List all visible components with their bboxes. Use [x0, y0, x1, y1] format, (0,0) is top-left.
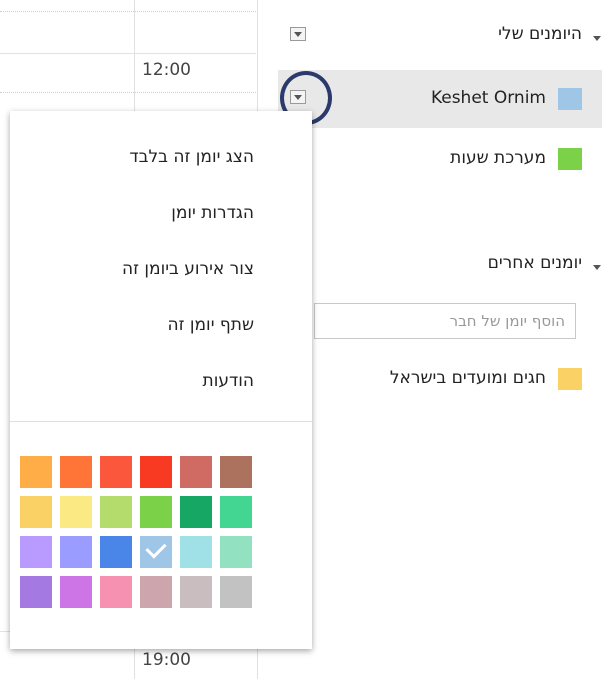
- color-swatch[interactable]: [100, 576, 132, 608]
- color-swatch[interactable]: [140, 456, 172, 488]
- color-swatch[interactable]: [100, 536, 132, 568]
- calendar-name: חגים ומועדים בישראל: [389, 368, 546, 388]
- grid-line: [0, 92, 256, 93]
- color-swatch[interactable]: [20, 456, 52, 488]
- color-swatch[interactable]: [100, 496, 132, 528]
- grid-line: [0, 53, 256, 54]
- color-swatch[interactable]: [220, 536, 252, 568]
- color-swatch[interactable]: [20, 496, 52, 528]
- add-friend-calendar-input[interactable]: הוסף יומן של חבר: [314, 303, 576, 339]
- menu-item-notifications[interactable]: הודעות: [203, 371, 254, 391]
- color-swatch[interactable]: [180, 576, 212, 608]
- time-label: 12:00: [142, 60, 191, 80]
- menu-item-show-only-this[interactable]: הצג יומן זה בלבד: [129, 147, 254, 167]
- my-calendars-title[interactable]: היומנים שלי: [498, 24, 582, 44]
- color-swatch[interactable]: [60, 576, 92, 608]
- color-swatch[interactable]: [60, 456, 92, 488]
- my-calendars-menu-button[interactable]: [290, 27, 306, 41]
- chevron-down-icon[interactable]: [593, 265, 601, 270]
- other-calendars-title[interactable]: יומנים אחרים: [488, 253, 582, 273]
- calendar-name: Keshet Ornim: [430, 88, 546, 108]
- menu-divider: [10, 421, 312, 422]
- color-swatch[interactable]: [20, 536, 52, 568]
- color-swatch[interactable]: [140, 496, 172, 528]
- grid-line: [0, 11, 256, 12]
- menu-item-calendar-settings[interactable]: הגדרות יומן: [171, 203, 254, 223]
- color-swatch[interactable]: [180, 496, 212, 528]
- time-label: 19:00: [142, 650, 191, 670]
- color-swatch[interactable]: [220, 576, 252, 608]
- calendar-color-swatch: [558, 148, 582, 170]
- color-swatch[interactable]: [140, 536, 172, 568]
- color-swatch[interactable]: [180, 536, 212, 568]
- calendar-item-schedule[interactable]: מערכת שעות: [278, 130, 602, 188]
- calendar-name: מערכת שעות: [450, 148, 546, 168]
- calendar-item-holidays[interactable]: חגים ומועדים בישראל: [278, 350, 602, 408]
- color-swatch[interactable]: [220, 496, 252, 528]
- calendar-color-swatch: [558, 368, 582, 390]
- color-swatch[interactable]: [60, 496, 92, 528]
- color-swatch[interactable]: [180, 456, 212, 488]
- color-swatch[interactable]: [20, 576, 52, 608]
- menu-item-share-calendar[interactable]: שתף יומן זה: [167, 315, 254, 335]
- calendar-options-menu: הצג יומן זה בלבד הגדרות יומן צור אירוע ב…: [10, 111, 312, 649]
- color-swatch[interactable]: [220, 456, 252, 488]
- checkmark-icon: [145, 537, 167, 559]
- menu-item-create-event[interactable]: צור אירוע ביומן זה: [122, 259, 254, 279]
- color-swatch[interactable]: [100, 456, 132, 488]
- color-swatch[interactable]: [140, 576, 172, 608]
- calendar-color-swatch: [558, 88, 582, 110]
- chevron-down-icon[interactable]: [593, 36, 601, 41]
- color-swatch[interactable]: [60, 536, 92, 568]
